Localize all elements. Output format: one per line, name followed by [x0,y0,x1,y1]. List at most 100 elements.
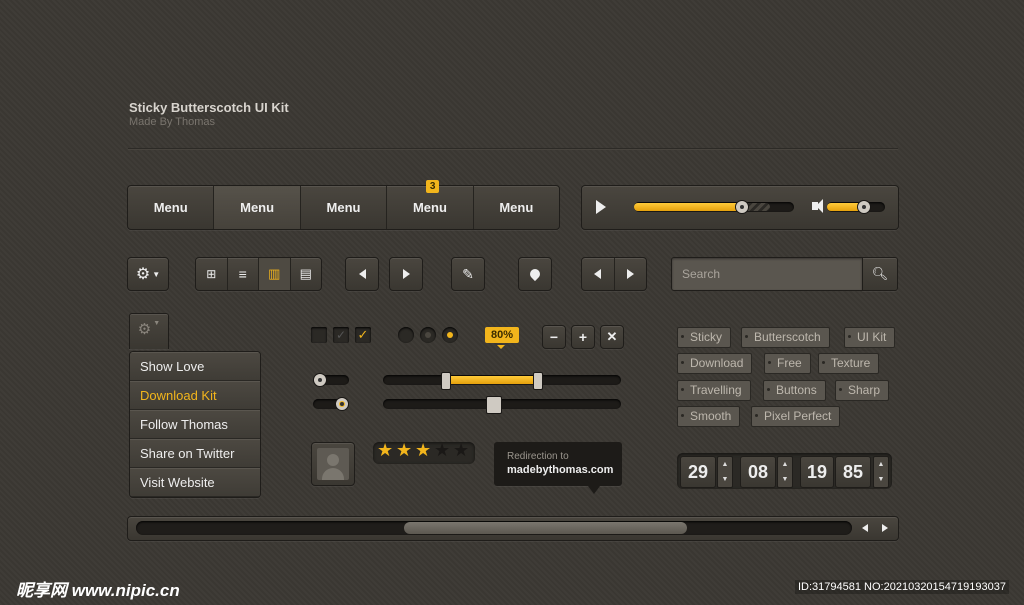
star-empty-icon[interactable]: ★ [453,440,469,461]
range-handle-low[interactable] [441,372,451,390]
star-filled-icon[interactable]: ★ [415,440,431,461]
plus-button[interactable]: + [571,325,595,349]
play-icon[interactable] [596,200,606,214]
location-button[interactable] [518,257,552,291]
dropdown-option[interactable]: Visit Website [130,468,260,497]
radio-disabled[interactable] [420,327,436,343]
arrow-right-icon [402,269,410,279]
radio-checked[interactable] [442,327,458,343]
search-input[interactable] [672,258,862,290]
menu-bar: Menu Menu Menu Menu 3 Menu [127,180,560,230]
checkbox-checked[interactable]: ✓ [355,327,371,343]
countdown-stepper[interactable]: ▲ ▼ [873,456,889,488]
tag[interactable]: Smooth [677,406,741,427]
tag[interactable]: Buttons [763,380,826,401]
toggle-on[interactable] [313,397,349,411]
edit-button[interactable]: ✎ [451,257,485,291]
search-button[interactable]: 🔍︎ [862,257,898,291]
tooltip-line1: Redirection to [507,451,569,462]
tag[interactable]: Sticky [677,327,732,348]
arrow-left-icon [594,269,602,279]
close-button[interactable]: ✕ [600,325,624,349]
progress-knob[interactable] [735,200,749,214]
countdown-stepper[interactable]: ▲ ▼ [777,456,793,488]
tag[interactable]: Download [677,353,753,374]
columns-icon: ▥ [268,266,281,281]
volume-knob[interactable] [857,200,871,214]
avatar[interactable] [311,442,355,486]
tag[interactable]: Texture [818,353,880,374]
countdown-digit: 19 [800,456,834,488]
scrollbar-thumb[interactable] [404,522,687,534]
dropdown-option[interactable]: Follow Thomas [130,410,260,439]
menu-item-2[interactable]: Menu [214,186,301,229]
radio-unchecked[interactable] [398,327,414,343]
pager [581,257,647,291]
dropdown-option-selected[interactable]: Download Kit [130,381,260,410]
tag[interactable]: Travelling [677,380,751,401]
notification-badge: 3 [425,180,440,193]
pager-next-button[interactable] [615,258,647,290]
star-empty-icon[interactable]: ★ [434,440,450,461]
progress-fill [634,203,746,211]
pencil-icon: ✎ [462,265,474,282]
list-view-button[interactable]: ≡ [228,258,259,290]
scrollbar-track[interactable] [136,521,852,535]
menu-item-3[interactable]: Menu [301,186,388,229]
menu-item-5[interactable]: Menu [474,186,559,229]
tag[interactable]: Free [764,353,811,374]
arrow-left-icon [862,524,868,532]
toggle-knob[interactable] [335,397,349,411]
tag[interactable]: Pixel Perfect [751,406,841,427]
volume-track[interactable] [827,200,885,214]
tag[interactable]: Butterscotch [741,327,830,348]
caret-icon: ▼ [153,320,161,327]
watermark-logo: 昵享网 www.nipic.cn [16,581,180,600]
cover-flow-button[interactable]: ▤ [291,258,322,290]
arrow-left-icon [358,269,366,279]
star-filled-icon[interactable]: ★ [377,440,393,461]
settings-button[interactable]: ⚙ ▼ [127,257,169,291]
arrow-up-icon: ▲ [781,461,789,468]
caret-icon: ▼ [152,269,161,279]
scroll-left-button[interactable] [856,519,874,537]
arrow-down-icon: ▼ [877,476,885,483]
range-slider[interactable] [383,372,621,390]
menu-item-1[interactable]: Menu [128,186,215,229]
slider-handle[interactable] [486,396,502,414]
page-title: Sticky Butterscotch UI Kit [129,100,289,115]
checkbox-disabled[interactable]: ✓ [333,327,349,343]
star-filled-icon[interactable]: ★ [396,440,412,461]
tooltip-line2: madebythomas.com [507,464,614,476]
countdown-digit: 08 [740,456,776,488]
dropdown-trigger[interactable]: ⚙ ▼ [129,313,169,349]
checkbox-unchecked[interactable] [311,327,327,343]
progress-track[interactable] [634,200,794,214]
columns-view-button[interactable]: ▥ [259,258,291,290]
next-button[interactable] [389,257,423,291]
search-icon: 🔍︎ [871,266,889,281]
gear-icon: ⚙ [137,321,152,338]
tag[interactable]: Sharp [835,380,890,401]
grid-icon: ⊞ [206,267,217,281]
toggle-off[interactable] [313,373,349,387]
link-tooltip: Redirection to madebythomas.com [494,442,622,494]
scroll-right-button[interactable] [876,519,894,537]
dropdown-option[interactable]: Show Love [130,352,260,381]
range-fill [445,376,537,384]
page-subtitle: Made By Thomas [129,116,216,128]
speaker-cone [816,199,823,213]
toggle-knob[interactable] [313,373,327,387]
slider[interactable] [383,396,621,414]
arrow-up-icon: ▲ [877,461,885,468]
menu-item-4[interactable]: Menu 3 [387,180,474,229]
pager-prev-button[interactable] [582,258,615,290]
scrollbar [127,516,899,541]
grid-view-button[interactable]: ⊞ [196,258,228,290]
tag[interactable]: UI Kit [844,327,896,348]
prev-button[interactable] [345,257,379,291]
dropdown-option[interactable]: Share on Twitter [130,439,260,468]
range-handle-high[interactable] [533,372,543,390]
countdown-stepper[interactable]: ▲ ▼ [717,456,733,488]
minus-button[interactable]: − [542,325,566,349]
